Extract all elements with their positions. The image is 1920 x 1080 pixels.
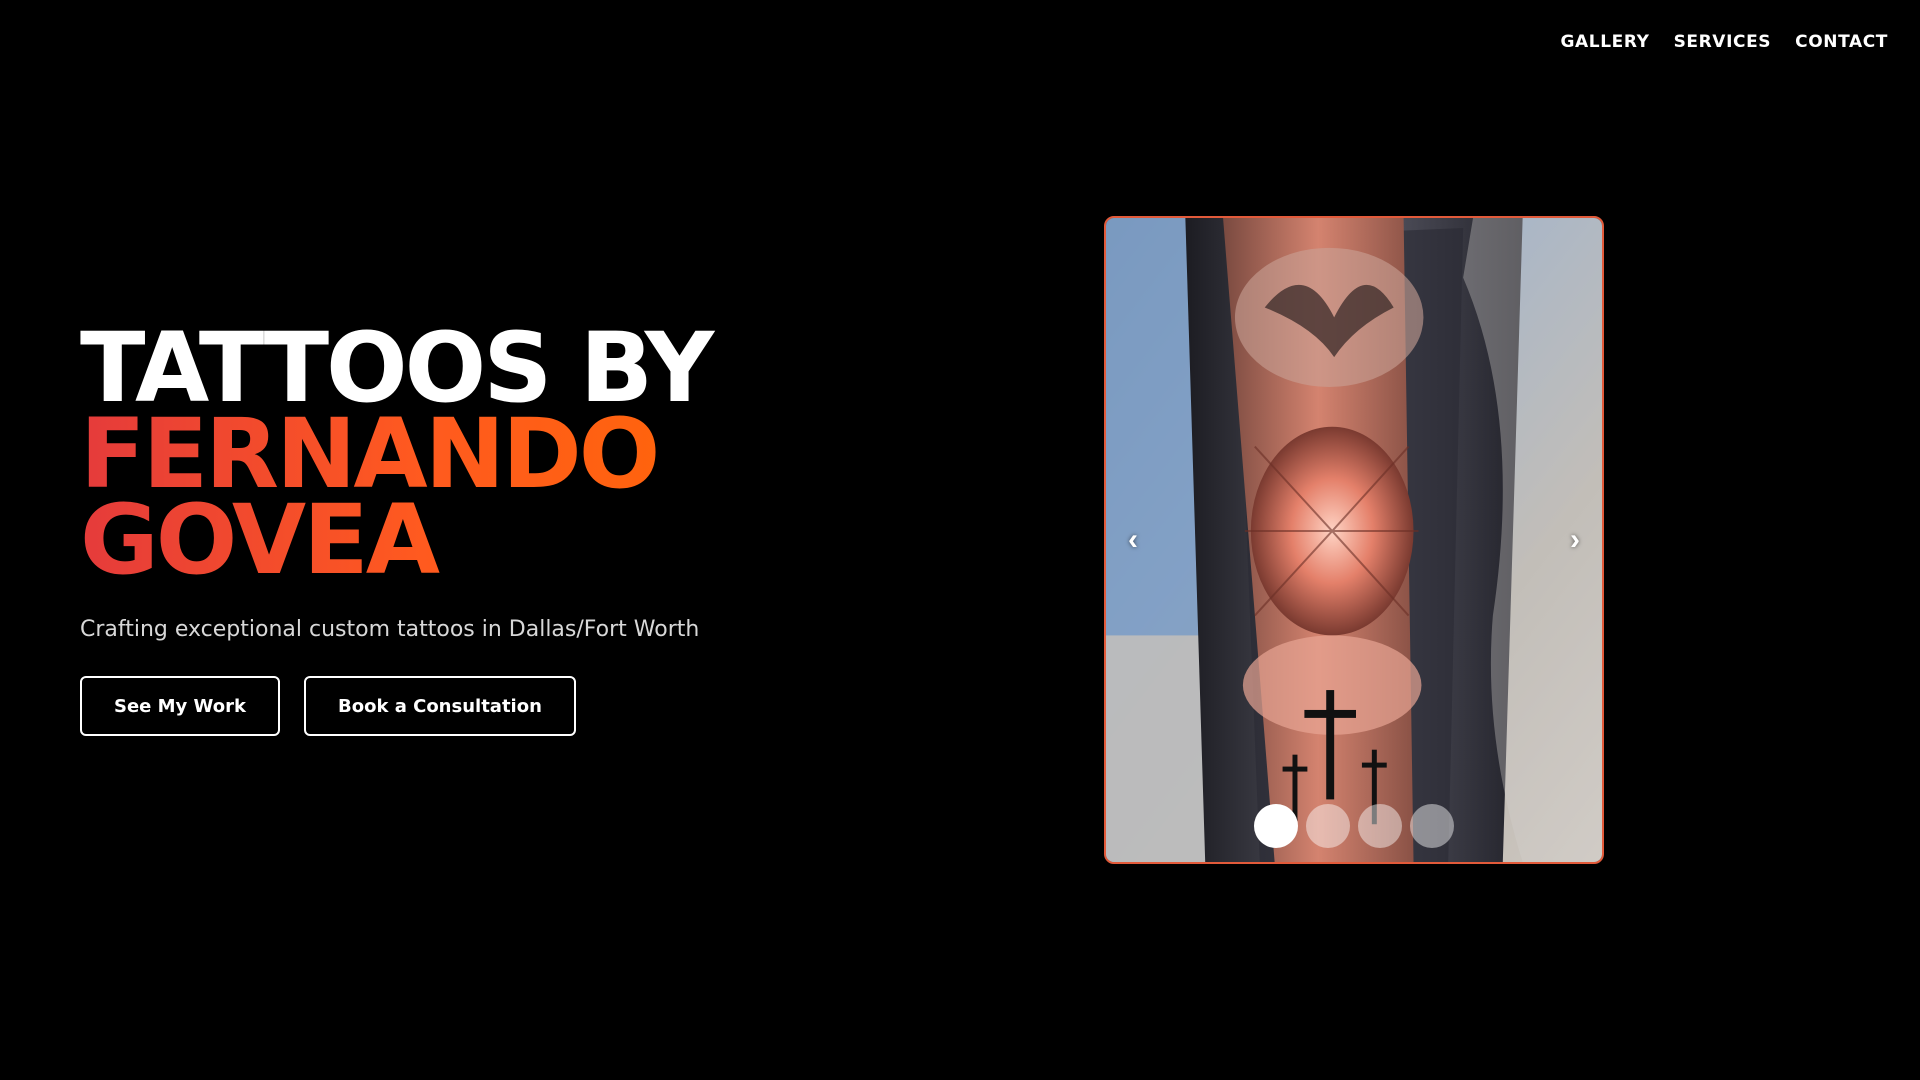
carousel-dot[interactable] (1306, 804, 1350, 848)
nav-services-link[interactable]: SERVICES (1674, 32, 1772, 52)
hero-section: TATTOOS BY FERNANDO GOVEA Crafting excep… (80, 320, 840, 736)
carousel-prev-arrow[interactable]: ‹ (1128, 523, 1138, 557)
nav-contact-link[interactable]: CONTACT (1795, 32, 1888, 52)
book-consultation-button[interactable]: Book a Consultation (304, 676, 576, 736)
page: GALLERY SERVICES CONTACT TATTOOS BY FERN… (0, 0, 1920, 1080)
carousel-dots (1106, 804, 1602, 848)
carousel-dot[interactable] (1410, 804, 1454, 848)
image-carousel[interactable]: ‹ › (1104, 216, 1604, 864)
see-my-work-button[interactable]: See My Work (80, 676, 280, 736)
carousel-dot[interactable] (1254, 804, 1298, 848)
hero-subtitle: Crafting exceptional custom tattoos in D… (80, 617, 700, 642)
nav-gallery-link[interactable]: GALLERY (1561, 32, 1650, 52)
tattoo-photo (1106, 218, 1602, 862)
top-nav: GALLERY SERVICES CONTACT (1561, 32, 1889, 52)
hero-title: TATTOOS BY FERNANDO GOVEA (80, 320, 840, 588)
carousel-next-arrow[interactable]: › (1570, 523, 1580, 557)
hero-buttons: See My Work Book a Consultation (80, 676, 840, 736)
carousel-dot[interactable] (1358, 804, 1402, 848)
